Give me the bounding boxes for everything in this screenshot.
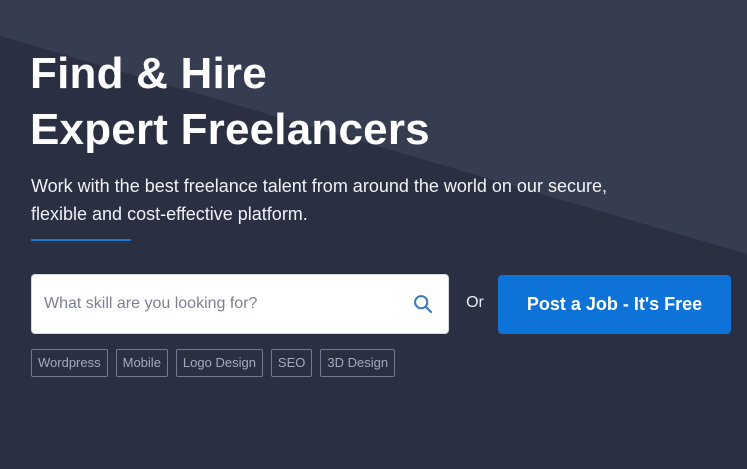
subtitle-line-2: flexible and cost-effective platform. — [31, 204, 308, 224]
tag-mobile[interactable]: Mobile — [115, 349, 168, 377]
tag-wordpress[interactable]: Wordpress — [31, 349, 108, 377]
post-job-button[interactable]: Post a Job - It's Free — [498, 275, 731, 334]
tag-3d-design[interactable]: 3D Design — [320, 349, 396, 377]
headline-line-1: Find & Hire — [30, 49, 267, 98]
or-separator-label: Or — [466, 294, 484, 311]
search-icon[interactable] — [412, 293, 434, 315]
accent-divider — [31, 239, 131, 241]
skill-search-box — [31, 274, 449, 334]
skill-search-input[interactable] — [32, 275, 412, 333]
tag-logo-design[interactable]: Logo Design — [175, 349, 263, 377]
hero-headline: Find & Hire Expert Freelancers — [30, 46, 430, 158]
popular-skill-tags: Wordpress Mobile Logo Design SEO 3D Desi… — [31, 349, 396, 377]
hero-subtitle: Work with the best freelance talent from… — [31, 172, 671, 228]
tag-seo[interactable]: SEO — [270, 349, 313, 377]
hero-section: Find & Hire Expert Freelancers Work with… — [0, 0, 747, 469]
subtitle-line-1: Work with the best freelance talent from… — [31, 176, 607, 196]
headline-line-2: Expert Freelancers — [30, 105, 430, 154]
